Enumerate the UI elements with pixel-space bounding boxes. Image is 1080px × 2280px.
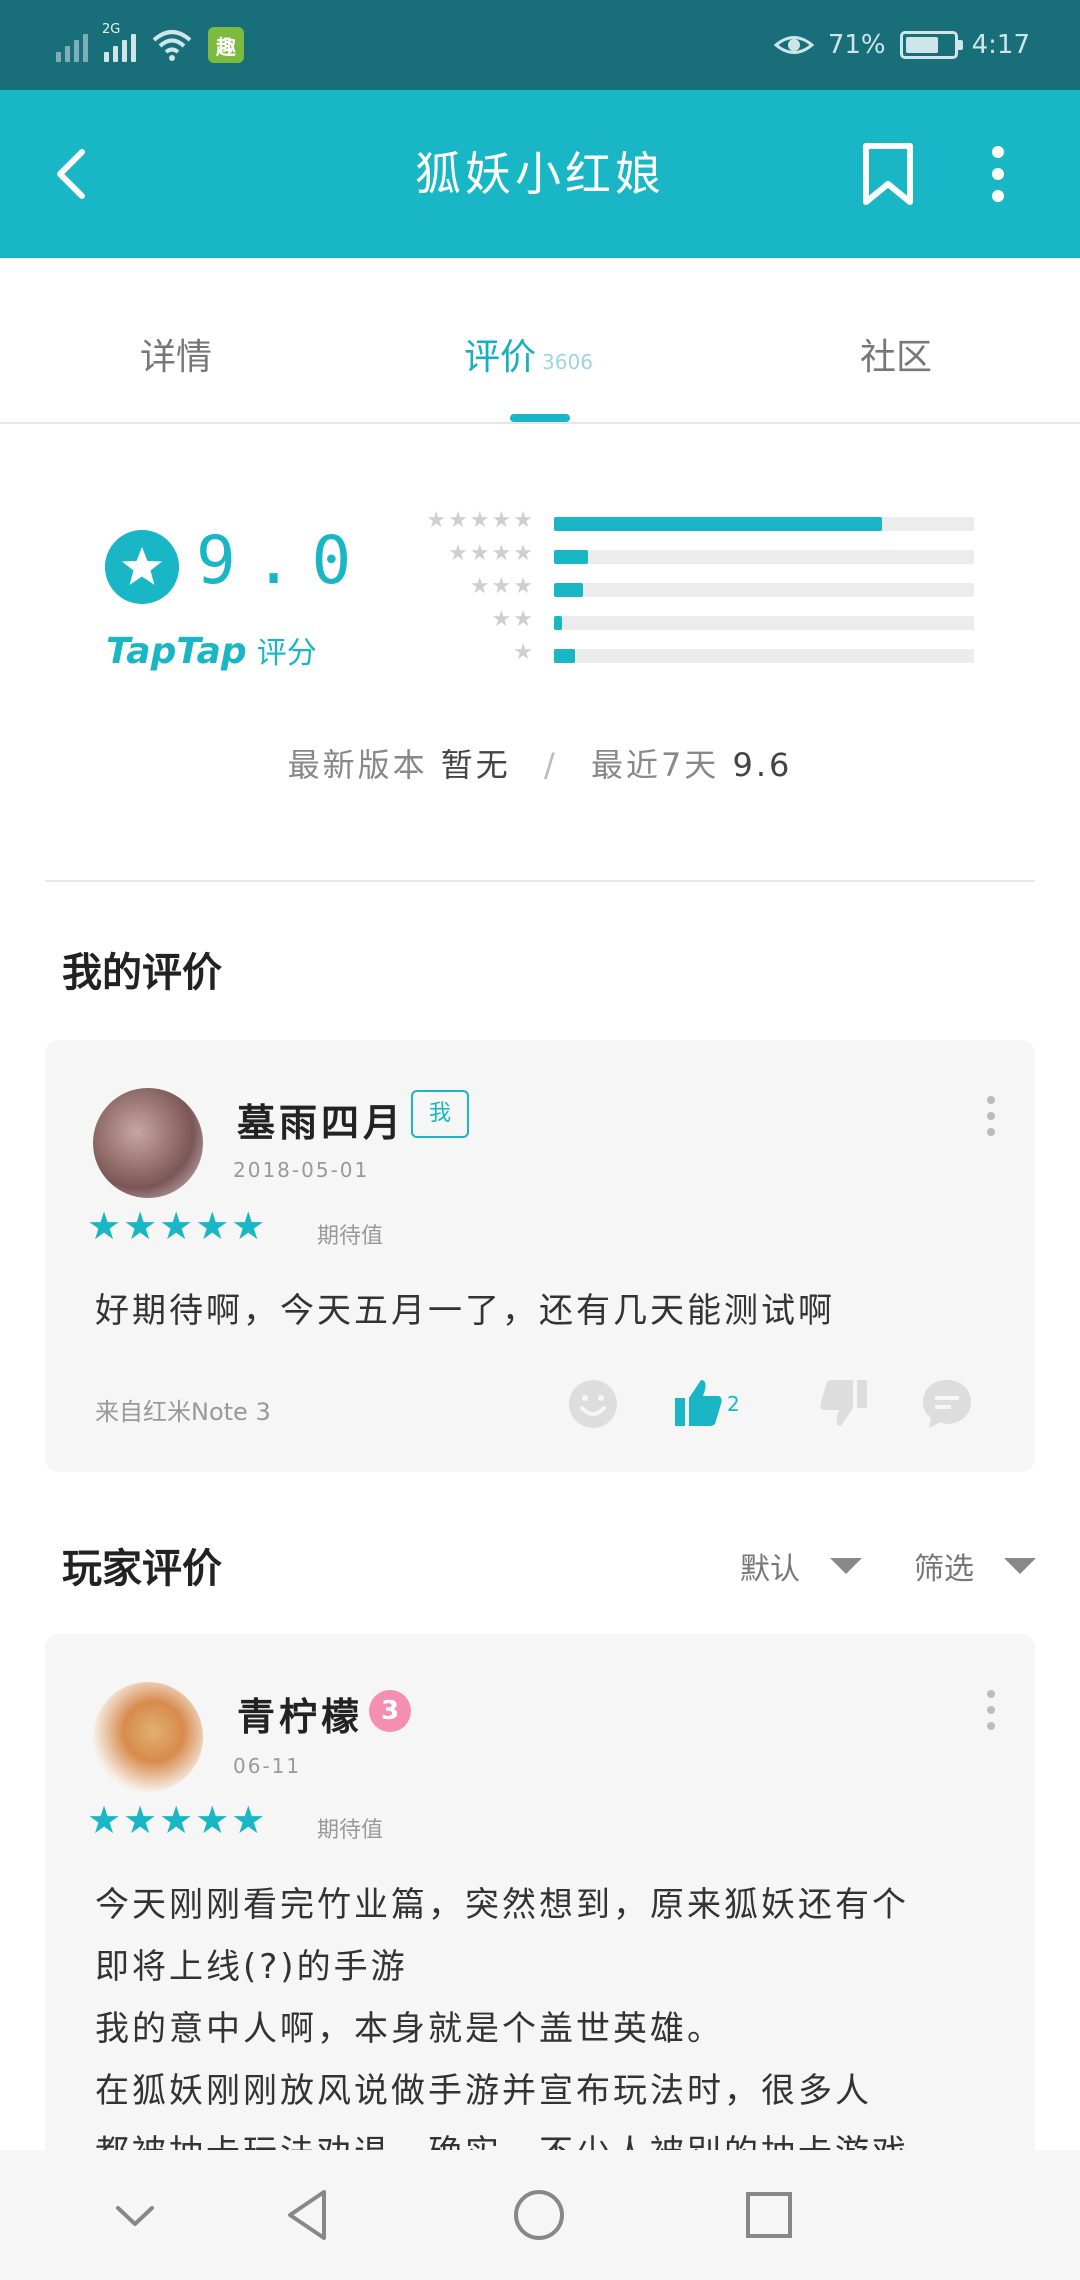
more-vertical-icon[interactable] <box>971 1682 1011 1742</box>
system-nav-bar <box>0 2150 1080 2280</box>
signal-2g-icon: 2G <box>102 22 136 62</box>
divider <box>45 880 1035 882</box>
meta-separator: / <box>543 746 558 784</box>
distribution-stars: ★ <box>513 640 535 665</box>
brand-suffix: 评分 <box>256 636 317 671</box>
like-count: 2 <box>727 1392 740 1416</box>
tab-community[interactable]: 社区 <box>860 258 932 424</box>
recent-label: 最近7天 <box>590 746 720 784</box>
sort-label: 默认 <box>740 1552 800 1587</box>
bookmark-icon[interactable] <box>852 138 924 210</box>
more-vertical-icon[interactable] <box>962 138 1034 210</box>
rating-star-icon <box>105 530 179 604</box>
review-date: 06-11 <box>233 1754 302 1778</box>
smiley-icon[interactable] <box>565 1376 621 1432</box>
review-count: 3606 <box>542 350 593 374</box>
review-date: 2018-05-01 <box>233 1158 370 1182</box>
stars-label: 期待值 <box>317 1818 384 1843</box>
more-vertical-icon[interactable] <box>971 1088 1011 1148</box>
latest-version-label: 最新版本 <box>287 746 428 784</box>
rating-score: 9.0 <box>196 522 370 599</box>
tab-reviews[interactable]: 评价 3606 <box>464 258 593 424</box>
tab-reviews-label: 评价 <box>464 337 537 378</box>
battery-icon <box>899 31 963 59</box>
player-reviews-title: 玩家评价 <box>62 1546 222 1592</box>
distribution-track <box>554 616 974 630</box>
my-review-title: 我的评价 <box>62 950 222 996</box>
my-review-card: 墓雨四月 我 2018-05-01 ★★★★★ 期待值 好期待啊，今天五月一了，… <box>45 1040 1035 1472</box>
battery-percent: 71% <box>827 30 886 60</box>
review-line: 今天刚刚看完竹业篇，突然想到，原来狐妖还有个 <box>95 1885 909 1925</box>
app-bar: 狐妖小红娘 <box>0 90 1080 258</box>
brand-name: TapTap <box>106 631 247 672</box>
distribution-track <box>554 517 974 531</box>
caret-down-icon[interactable] <box>1004 1558 1036 1574</box>
latest-version-value: 暂无 <box>440 746 511 784</box>
distribution-track <box>554 583 974 597</box>
wifi-icon <box>152 30 192 61</box>
distribution-stars: ★★ <box>491 607 535 632</box>
back-triangle-icon[interactable] <box>272 2180 342 2250</box>
caret-down-icon[interactable] <box>830 1558 862 1574</box>
home-circle-icon[interactable] <box>504 2180 574 2250</box>
thumbs-down-icon[interactable] <box>815 1376 871 1432</box>
status-left: 2G 趣 <box>56 22 244 68</box>
tab-community-label: 社区 <box>860 337 933 378</box>
review-text: 好期待啊，今天五月一了，还有几天能测试啊 <box>95 1291 835 1331</box>
filter-dropdown[interactable]: 筛选 <box>914 1544 974 1588</box>
status-right: 71% 4:17 <box>773 22 1030 68</box>
review-device: 来自红米Note 3 <box>95 1398 271 1426</box>
recents-square-icon[interactable] <box>734 2180 804 2250</box>
distribution-bar <box>554 649 575 663</box>
distribution-stars: ★★★★ <box>448 541 535 566</box>
network-label: 2G <box>102 22 121 37</box>
distribution-bar <box>554 616 563 630</box>
rating-brand: TapTap 评分 <box>106 628 317 672</box>
filter-label: 筛选 <box>914 1552 974 1587</box>
distribution-stars: ★★★★★ <box>426 508 535 533</box>
me-tag: 我 <box>411 1090 469 1138</box>
tab-indicator <box>510 414 570 422</box>
sort-dropdown[interactable]: 默认 <box>740 1544 800 1588</box>
chevron-left-icon[interactable] <box>38 138 110 210</box>
stars-label: 期待值 <box>317 1224 384 1249</box>
review-stars: ★★★★★ <box>87 1798 268 1842</box>
distribution-bar <box>554 550 588 564</box>
tab-details[interactable]: 详情 <box>140 258 212 424</box>
comment-icon[interactable] <box>919 1376 975 1432</box>
app-notification-icon: 趣 <box>208 27 244 63</box>
clock: 4:17 <box>971 30 1030 60</box>
review-line: 在狐妖刚刚放风说做手游并宣布玩法时，很多人 <box>95 2071 872 2111</box>
review-text: 今天刚刚看完竹业篇，突然想到，原来狐妖还有个 即将上线(?)的手游 我的意中人啊… <box>95 1874 1035 2150</box>
review-username[interactable]: 墓雨四月 <box>237 1092 405 1147</box>
review-line: 我的意中人啊，本身就是个盖世英雄。 <box>95 2009 724 2049</box>
review-stars: ★★★★★ <box>87 1204 268 1248</box>
tab-details-label: 详情 <box>140 337 213 378</box>
distribution-bar <box>554 583 584 597</box>
review-line: 都被抽卡玩法劝退，确实，不少人被别的抽卡游戏 <box>95 2122 1035 2150</box>
thumbs-up-icon[interactable] <box>671 1374 727 1430</box>
distribution-row: ★★★★★ <box>400 508 980 533</box>
distribution-track <box>554 649 974 663</box>
distribution-row: ★★★ <box>400 574 980 599</box>
tab-bar: 详情 评价 3606 社区 <box>0 258 1080 424</box>
level-badge: 3 <box>369 1690 411 1732</box>
distribution-bar <box>554 517 882 531</box>
chevron-down-icon[interactable] <box>100 2180 170 2250</box>
distribution-row: ★★★★ <box>400 541 980 566</box>
review-username[interactable]: 青柠檬 <box>237 1686 363 1741</box>
eye-comfort-icon <box>773 36 814 54</box>
recent-value: 9.6 <box>732 746 793 784</box>
signal-icon <box>56 28 88 62</box>
distribution-track <box>554 550 974 564</box>
review-line: 即将上线(?)的手游 <box>95 1947 408 1987</box>
rating-meta: 最新版本 暂无 / 最近7天 9.6 <box>0 740 1080 786</box>
distribution-row: ★★ <box>400 607 980 632</box>
distribution-stars: ★★★ <box>469 574 535 599</box>
avatar[interactable] <box>93 1682 203 1792</box>
distribution-row: ★ <box>400 640 980 665</box>
status-bar: 2G 趣 71% 4:17 <box>0 0 1080 90</box>
avatar[interactable] <box>93 1088 203 1198</box>
player-review-card: 青柠檬 3 06-11 ★★★★★ 期待值 今天刚刚看完竹业篇，突然想到，原来狐… <box>45 1634 1035 2150</box>
